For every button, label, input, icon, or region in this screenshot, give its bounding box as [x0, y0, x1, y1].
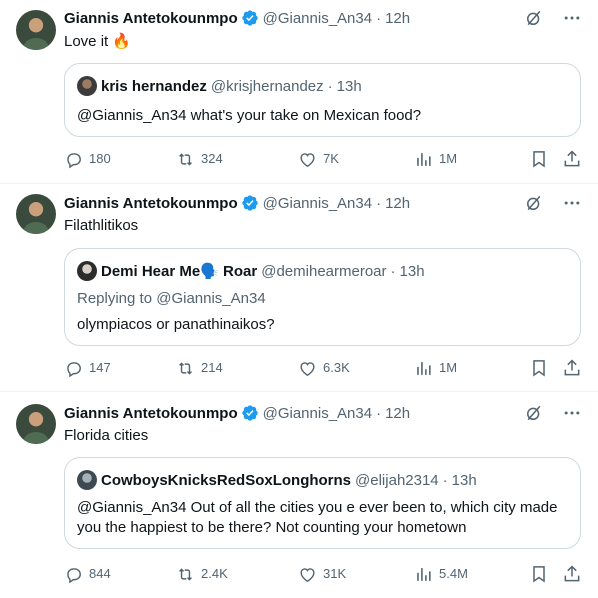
share-icon[interactable]: [562, 564, 582, 584]
views-chart-icon: [417, 361, 431, 375]
like-count: 7K: [323, 151, 339, 166]
quote-text: olympiacos or panathinaikos?: [77, 316, 275, 333]
bookmark-icon[interactable]: [529, 564, 549, 584]
quote-author-name: Demi Hear Me🗣️ Roar: [101, 263, 258, 280]
tweet-time[interactable]: 12h: [385, 405, 410, 422]
separator: ·: [442, 471, 448, 489]
share-icon[interactable]: [562, 358, 582, 378]
quoted-tweet[interactable]: kris hernandez @krisjhernandez · 13h @Gi…: [64, 63, 581, 137]
tweet[interactable]: Giannis Antetokounmpo @Giannis_An34 · 12…: [0, 0, 598, 184]
author-avatar[interactable]: [16, 404, 56, 444]
quote-author-handle: @krisjhernandez: [210, 77, 324, 95]
like-count: 6.3K: [323, 360, 350, 375]
separator: ·: [376, 9, 382, 27]
reply-icon: [67, 152, 81, 168]
reply-count: 147: [89, 360, 111, 375]
quote-text-line: @Giannis_An34 Out of all the cities you …: [77, 499, 558, 516]
bookmark-icon[interactable]: [529, 358, 549, 378]
repost-icon: [179, 567, 192, 581]
views-button[interactable]: 1M: [414, 149, 457, 169]
author-name[interactable]: Giannis Antetokounmpo: [64, 10, 238, 27]
reply-button[interactable]: 844: [64, 564, 111, 584]
quote-avatar[interactable]: [77, 261, 97, 281]
quote-author-name: kris hernandez: [101, 77, 207, 95]
tweet-time[interactable]: 12h: [385, 10, 410, 27]
more-options-icon[interactable]: [562, 403, 582, 423]
quote-text-line: you the happiest to be there? Not counti…: [77, 519, 467, 536]
bookmark-icon[interactable]: [529, 149, 549, 169]
views-button[interactable]: 5.4M: [414, 564, 468, 584]
quote-author-handle: @demihearmeroar: [261, 262, 387, 280]
reply-count: 180: [89, 151, 111, 166]
like-button[interactable]: 7K: [298, 149, 339, 169]
verified-badge-icon: [241, 195, 258, 211]
author-name[interactable]: Giannis Antetokounmpo: [64, 195, 238, 212]
tweet-text: Filathlitikos: [64, 217, 139, 234]
like-button[interactable]: 31K: [298, 564, 346, 584]
heart-icon: [300, 567, 315, 582]
separator: ·: [390, 262, 396, 280]
more-options-icon[interactable]: [562, 193, 582, 213]
like-count: 31K: [323, 566, 347, 581]
views-button[interactable]: 1M: [414, 358, 457, 378]
repost-button[interactable]: 2.4K: [176, 564, 228, 584]
grok-icon[interactable]: [524, 193, 544, 213]
repost-count: 324: [201, 151, 223, 166]
views-chart-icon: [417, 567, 431, 581]
quote-author-name: CowboysKnicksRedSoxLonghorns: [101, 471, 352, 489]
author-name[interactable]: Giannis Antetokounmpo: [64, 405, 238, 422]
author-handle[interactable]: @Giannis_An34: [263, 10, 372, 27]
quoted-tweet[interactable]: Demi Hear Me🗣️ Roar @demihearmeroar · 13…: [64, 248, 581, 346]
verified-badge-icon: [241, 405, 258, 421]
quoted-tweet[interactable]: CowboysKnicksRedSoxLonghorns @elijah2314…: [64, 457, 581, 549]
reply-button[interactable]: 180: [64, 149, 111, 169]
replying-to-label: Replying to @Giannis_An34: [77, 290, 266, 307]
quote-time: 13h: [336, 77, 362, 95]
author-handle[interactable]: @Giannis_An34: [263, 405, 372, 422]
tweet-text: Love it 🔥: [64, 33, 132, 50]
reply-count: 844: [89, 566, 111, 581]
views-chart-icon: [417, 152, 431, 166]
quote-author-handle: @elijah2314: [355, 471, 439, 489]
repost-icon: [179, 361, 192, 375]
tweet-text: Florida cities: [64, 427, 149, 444]
repost-button[interactable]: 324: [176, 149, 223, 169]
tweet[interactable]: Giannis Antetokounmpo @Giannis_An34 · 12…: [0, 392, 598, 598]
verified-badge-icon: [241, 10, 258, 26]
separator: ·: [376, 194, 382, 212]
reply-button[interactable]: 147: [64, 358, 111, 378]
tweet[interactable]: Giannis Antetokounmpo @Giannis_An34 · 12…: [0, 184, 598, 392]
tweet-time[interactable]: 12h: [385, 195, 410, 212]
separator: ·: [327, 77, 333, 95]
repost-count: 2.4K: [201, 566, 228, 581]
quote-text: @Giannis_An34 what's your take on Mexica…: [77, 107, 422, 124]
tweet-actions: 844 2.4K 31K 5.4M: [64, 564, 582, 584]
heart-icon: [300, 152, 315, 167]
repost-icon: [179, 152, 192, 166]
views-count: 1M: [439, 360, 458, 375]
tweet-actions: 180 324 7K 1M: [64, 149, 582, 169]
author-avatar[interactable]: [16, 194, 56, 234]
repost-count: 214: [201, 360, 223, 375]
quote-time: 13h: [399, 262, 425, 280]
author-handle[interactable]: @Giannis_An34: [263, 195, 372, 212]
separator: ·: [376, 404, 382, 422]
heart-icon: [300, 361, 315, 376]
views-count: 5.4M: [439, 566, 468, 581]
grok-icon[interactable]: [524, 8, 544, 28]
repost-button[interactable]: 214: [176, 358, 223, 378]
quote-avatar[interactable]: [77, 76, 97, 96]
more-options-icon[interactable]: [562, 8, 582, 28]
reply-icon: [67, 567, 81, 583]
like-button[interactable]: 6.3K: [298, 358, 350, 378]
author-avatar[interactable]: [16, 10, 56, 50]
tweet-actions: 147 214 6.3K 1M: [64, 358, 582, 378]
reply-icon: [67, 361, 81, 377]
quote-time: 13h: [451, 471, 477, 489]
share-icon[interactable]: [562, 149, 582, 169]
views-count: 1M: [439, 151, 458, 166]
grok-icon[interactable]: [524, 403, 544, 423]
quote-avatar[interactable]: [77, 470, 97, 490]
